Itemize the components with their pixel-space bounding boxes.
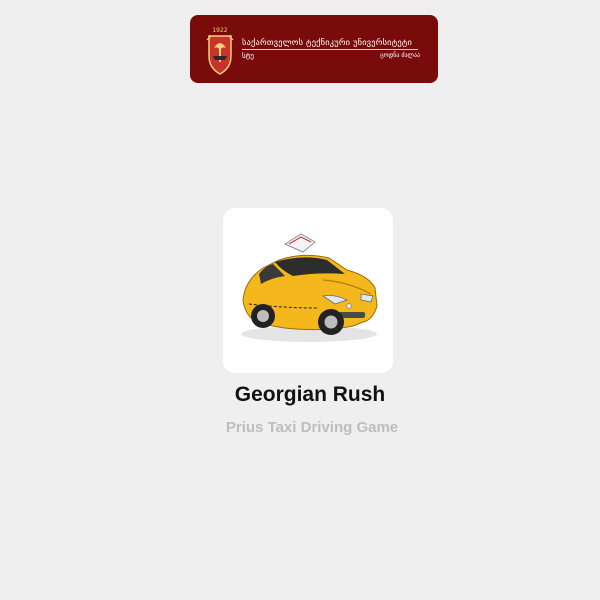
university-crest-icon: 1922 [206, 27, 234, 75]
app-title: Georgian Rush [234, 383, 386, 406]
app-subtitle: Prius Taxi Driving Game [225, 419, 399, 436]
app-icon-card[interactable] [223, 208, 393, 373]
taxi-car-icon [241, 233, 378, 342]
university-tagline: ცოდნა ძალაა [380, 52, 420, 59]
page: 1922 საქართველოს ტექნიკური უნივერსიტეტი … [0, 0, 600, 600]
university-banner[interactable]: 1922 საქართველოს ტექნიკური უნივერსიტეტი … [190, 15, 438, 83]
university-name: საქართველოს ტექნიკური უნივერსიტეტი [242, 37, 413, 47]
banner-divider [242, 49, 418, 50]
university-abbreviation: სტუ [242, 52, 254, 60]
crest-label: 1922 [212, 27, 227, 34]
